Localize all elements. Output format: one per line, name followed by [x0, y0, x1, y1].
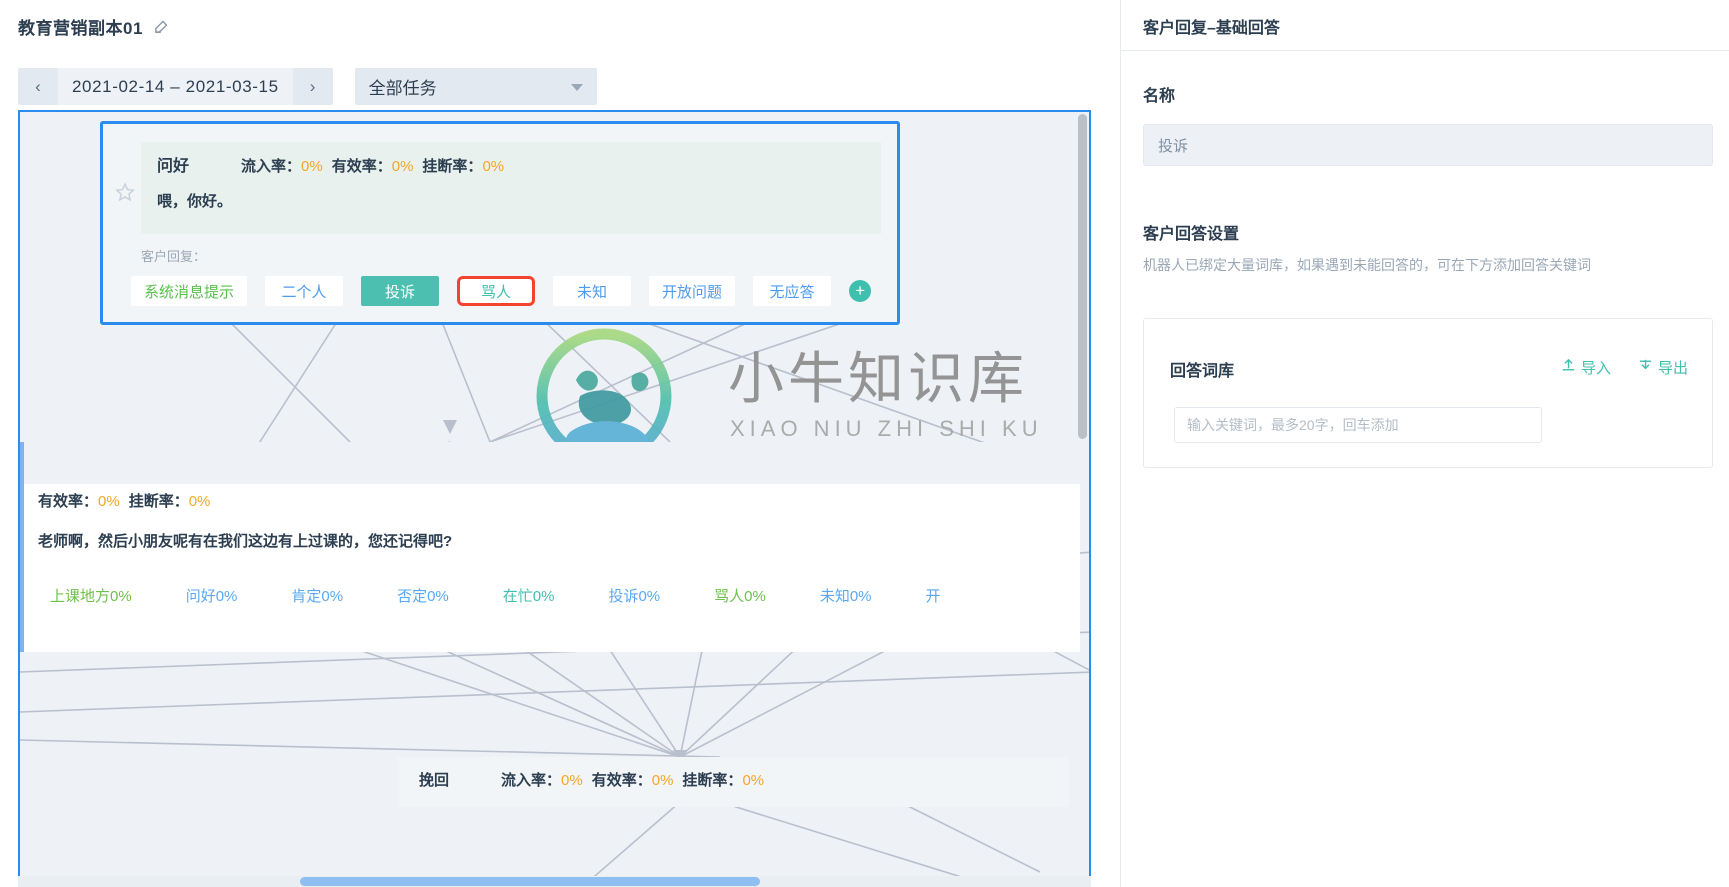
- percent-tag-row: 上课地方0% 问好0% 肯定0% 否定0% 在忙0% 投诉0% 骂人0% 未知0…: [38, 579, 983, 611]
- inflow-label: 流入率：: [241, 158, 302, 175]
- node-recovery-row: 挽回 流入率：0% 有效率：0% 挂断率：0%: [419, 769, 764, 790]
- hangup-label-2: 挂断率：: [128, 493, 189, 510]
- flow-node-recovery[interactable]: 挽回 流入率：0% 有效率：0% 挂断率：0%: [397, 757, 1069, 807]
- main-pane: 教育营销副本01 ‹ 2021-02-14 – 2021-03-15 › 全部任…: [0, 0, 1120, 887]
- canvas-horizontal-scrollbar-thumb[interactable]: [300, 877, 760, 886]
- name-input[interactable]: 投诉: [1143, 124, 1713, 166]
- valid-label: 有效率：: [331, 158, 392, 175]
- export-button[interactable]: 导出: [1637, 357, 1688, 378]
- canvas-vertical-scrollbar[interactable]: [1078, 114, 1087, 439]
- task-filter-select[interactable]: 全部任务: [354, 68, 597, 105]
- reply-tag-two-people[interactable]: 二个人: [265, 276, 344, 306]
- app-root: 教育营销副本01 ‹ 2021-02-14 – 2021-03-15 › 全部任…: [0, 0, 1729, 887]
- answer-library-title: 回答词库: [1170, 363, 1235, 380]
- hangup-value: 0%: [482, 158, 505, 175]
- inflow-value-3: 0%: [561, 772, 583, 789]
- node-recovery-metrics: 流入率：0% 有效率：0% 挂断率：0%: [501, 769, 764, 790]
- export-icon: [1637, 357, 1654, 378]
- percent-tag-unknown[interactable]: 未知0%: [807, 579, 884, 611]
- customer-reply-label: 客户回复：: [141, 249, 207, 264]
- hangup-label-3: 挂断率：: [682, 772, 743, 789]
- flow-node-greeting[interactable]: 问好 流入率：0% 有效率：0% 挂断率：0% 喂，你好。 客户回复： 系统消息提示…: [100, 121, 900, 325]
- percent-tag-deny[interactable]: 否定0%: [385, 579, 461, 611]
- import-label: 导入: [1580, 360, 1611, 377]
- node-second-script: 老师啊，然后小朋友呢有在我们这边有上过课的，您还记得吧?: [38, 533, 453, 550]
- task-filter-label: 全部任务: [368, 79, 437, 98]
- percent-tag-complaint[interactable]: 投诉0%: [596, 579, 673, 611]
- reply-tag-complaint[interactable]: 投诉: [361, 276, 440, 306]
- date-prev-button[interactable]: ‹: [18, 68, 58, 105]
- flow-canvas[interactable]: 小牛知识库 XIAO NIU ZHI SHI KU 问好 流入率：0% 有效率：…: [18, 110, 1091, 887]
- reply-tag-no-answer[interactable]: 无应答: [753, 276, 832, 306]
- valid-value-3: 0%: [651, 772, 674, 789]
- page-title: 教育营销副本01: [18, 19, 143, 38]
- percent-tag-open-truncated[interactable]: 开: [913, 579, 953, 611]
- percent-tag-busy[interactable]: 在忙0%: [490, 579, 567, 611]
- date-range-value[interactable]: 2021-02-14 – 2021-03-15: [58, 68, 293, 105]
- chevron-down-icon: [570, 83, 583, 91]
- valid-value: 0%: [391, 158, 414, 175]
- node-metrics: 流入率：0% 有效率：0% 挂断率：0%: [241, 155, 504, 176]
- hangup-label: 挂断率：: [422, 158, 483, 175]
- inflow-label-3: 流入率：: [501, 772, 562, 789]
- valid-value-2: 0%: [98, 493, 120, 510]
- pencil-icon[interactable]: [153, 18, 170, 35]
- inflow-value: 0%: [301, 158, 323, 175]
- node-second-header: [24, 442, 1080, 484]
- answer-library-card: 回答词库 导入 导出 输入关键词，最多20字，回车添加: [1143, 318, 1713, 468]
- hangup-value-2: 0%: [188, 493, 211, 510]
- page-title-row: 教育营销副本01: [18, 14, 170, 39]
- star-icon[interactable]: [114, 182, 136, 202]
- details-panel: 客户回复–基础回答 名称 投诉 客户回答设置 机器人已绑定大量词库，如果遇到未能…: [1120, 0, 1729, 887]
- reply-tag-insult[interactable]: 骂人: [457, 276, 536, 306]
- node-content: 问好 流入率：0% 有效率：0% 挂断率：0% 喂，你好。: [141, 142, 881, 234]
- reply-tag-open-question[interactable]: 开放问题: [649, 276, 736, 306]
- node-name: 问好: [157, 158, 190, 175]
- percent-tag-affirm[interactable]: 肯定0%: [279, 579, 356, 611]
- flow-node-second[interactable]: 有效率：0% 挂断率：0% 老师啊，然后小朋友呢有在我们这边有上过课的，您还记得吧…: [20, 442, 1080, 652]
- keyword-input[interactable]: 输入关键词，最多20字，回车添加: [1174, 407, 1542, 443]
- answer-settings-description: 机器人已绑定大量词库，如果遇到未能回答的，可在下方添加回答关键词: [1143, 257, 1591, 273]
- node-script: 喂，你好。: [157, 193, 233, 210]
- valid-label-2: 有效率：: [38, 493, 99, 510]
- answer-library-actions: 导入 导出: [1560, 357, 1688, 378]
- toolbar: ‹ 2021-02-14 – 2021-03-15 › 全部任务: [18, 68, 597, 105]
- details-panel-title: 客户回复–基础回答: [1143, 20, 1280, 37]
- percent-tag-class-location[interactable]: 上课地方0%: [38, 579, 144, 611]
- reply-tag-system-message[interactable]: 系统消息提示: [131, 276, 248, 306]
- import-button[interactable]: 导入: [1560, 357, 1611, 378]
- watermark-text-cn: 小牛知识库: [728, 347, 1028, 410]
- name-field-label: 名称: [1143, 88, 1176, 105]
- flow-canvas-inner: 小牛知识库 XIAO NIU ZHI SHI KU 问好 流入率：0% 有效率：…: [20, 112, 1089, 887]
- import-icon: [1560, 357, 1577, 378]
- answer-settings-heading: 客户回答设置: [1143, 226, 1240, 243]
- node-header-row: 问好 流入率：0% 有效率：0% 挂断率：0%: [157, 152, 865, 176]
- reply-tag-unknown[interactable]: 未知: [553, 276, 632, 306]
- customer-reply-tag-row: 系统消息提示 二个人 投诉 骂人 未知 开放问题 无应答 +: [131, 276, 887, 306]
- add-reply-tag-button[interactable]: +: [849, 280, 872, 302]
- node-recovery-name: 挽回: [419, 772, 450, 789]
- details-panel-divider: [1121, 50, 1729, 51]
- percent-tag-insult[interactable]: 骂人0%: [702, 579, 778, 611]
- hangup-value-3: 0%: [742, 772, 765, 789]
- percent-tag-greeting[interactable]: 问好0%: [173, 579, 250, 611]
- watermark-text-en: XIAO NIU ZHI SHI KU: [730, 416, 1043, 441]
- valid-label-3: 有效率：: [591, 772, 652, 789]
- date-next-button[interactable]: ›: [293, 68, 333, 105]
- date-range-picker[interactable]: ‹ 2021-02-14 – 2021-03-15 ›: [18, 68, 333, 105]
- export-label: 导出: [1657, 360, 1688, 377]
- node-second-metrics: 有效率：0% 挂断率：0%: [38, 490, 210, 511]
